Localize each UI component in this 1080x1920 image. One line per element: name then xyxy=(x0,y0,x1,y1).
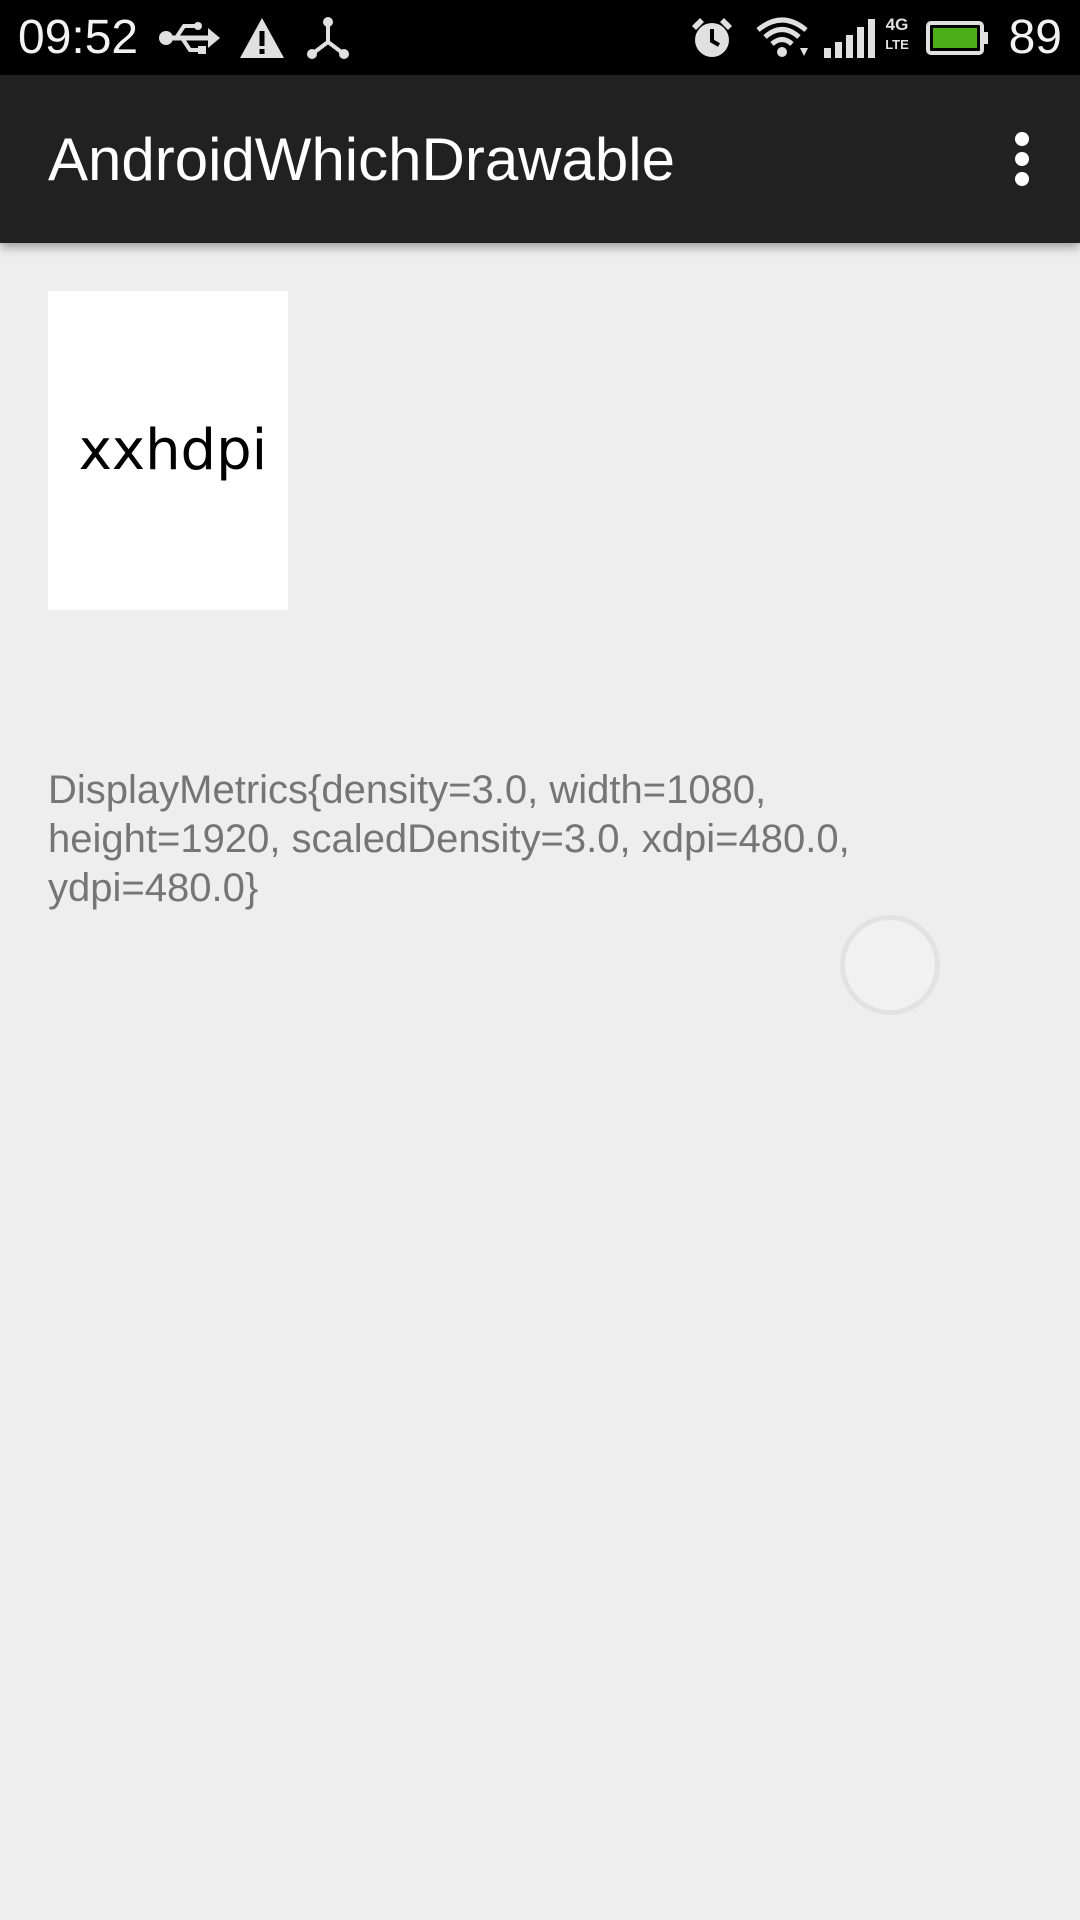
battery-icon xyxy=(926,21,988,55)
alarm-icon xyxy=(692,18,732,57)
warning-icon xyxy=(240,18,284,58)
network-4g-lte-icon: 4G LTE xyxy=(880,14,914,62)
wifi-icon xyxy=(756,17,808,57)
display-metrics-text: DisplayMetrics{density=3.0, width=1080, … xyxy=(48,768,850,910)
touch-indicator xyxy=(840,915,940,1015)
battery-percent: 89 xyxy=(1008,11,1062,64)
app-bar: AndroidWhichDrawable xyxy=(0,75,1080,243)
more-vert-icon xyxy=(1015,132,1029,186)
drawable-density-label: xxhdpi xyxy=(78,418,268,483)
usb-icon xyxy=(159,22,220,54)
status-time: 09:52 xyxy=(18,11,139,64)
drawable-image: xxhdpi xyxy=(48,291,288,610)
signal-icon xyxy=(824,19,875,58)
network-sub-label: LTE xyxy=(885,37,909,52)
debug-share-icon xyxy=(307,17,349,59)
app-title: AndroidWhichDrawable xyxy=(48,126,675,193)
overflow-menu-button[interactable] xyxy=(992,111,1052,207)
status-bar: 09:52 4G LTE 89 xyxy=(0,0,1080,75)
network-type-label: 4G xyxy=(885,15,909,34)
